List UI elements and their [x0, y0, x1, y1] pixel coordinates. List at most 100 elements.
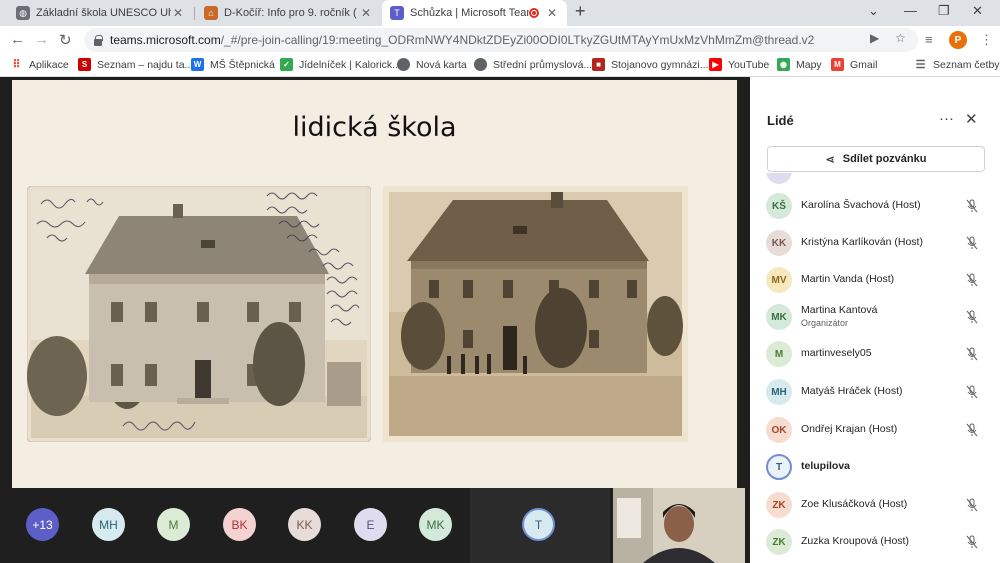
- bookmark-mapy[interactable]: ◉ Mapy: [777, 58, 822, 71]
- panel-title: Lidé: [767, 113, 794, 128]
- slide-title: lidická škola: [292, 112, 457, 143]
- bookmark-jidelnicek[interactable]: ✓ Jídelníček | Kalorick...: [280, 58, 401, 71]
- bookmark-gmail[interactable]: M Gmail: [831, 58, 877, 71]
- participant-row[interactable]: MK Martina Kantová Organizátor: [750, 301, 1000, 338]
- profile-avatar[interactable]: P: [949, 31, 967, 49]
- participant-avatar: OK: [766, 417, 792, 443]
- self-video-preview[interactable]: [613, 488, 745, 563]
- participant-row[interactable]: MV Martin Vanda (Host): [750, 264, 1000, 301]
- globe-icon: [397, 58, 410, 71]
- participant-row[interactable]: OK Ondřej Krajan (Host): [750, 414, 1000, 451]
- bookmark-ms-stepnicka[interactable]: W MŠ Štěpnická: [191, 58, 275, 71]
- tab-teams-meeting[interactable]: T Schůzka | Microsoft Teams ✕: [382, 0, 567, 26]
- participant-name: Matyáš Hráček (Host): [801, 385, 903, 397]
- participant-row[interactable]: KK Kristýna Karlíkován (Host): [750, 227, 1000, 264]
- shared-slide: lidická škola: [12, 80, 737, 488]
- muted-mic-icon: [966, 236, 978, 250]
- forward-icon[interactable]: →: [34, 31, 49, 48]
- participant-avatar: MH: [766, 379, 792, 405]
- muted-mic-icon: [966, 199, 978, 213]
- bookmark-label: Gmail: [850, 58, 878, 71]
- bookmark-label: Aplikace: [29, 58, 69, 71]
- media-queue-icon[interactable]: ≡: [925, 32, 933, 47]
- lock-icon[interactable]: [93, 34, 103, 46]
- bookmark-label: Jídelníček | Kalorick...: [299, 58, 401, 71]
- url-text[interactable]: teams.microsoft.com/_#/pre-join-calling/…: [110, 33, 814, 47]
- active-speaker-avatar: T: [522, 508, 555, 541]
- camera-icon[interactable]: ▶: [870, 31, 879, 45]
- participant-avatar: MV: [766, 267, 792, 293]
- participant-avatar: M: [766, 341, 792, 367]
- participant-row[interactable]: Mmartinvesely05: [750, 338, 1000, 375]
- participant-avatar: KŠ: [766, 193, 792, 219]
- more-participants-button[interactable]: +13: [26, 508, 59, 541]
- browser-menu-icon[interactable]: ⋮: [980, 32, 993, 48]
- bookmark-nova-karta[interactable]: Nová karta: [397, 58, 467, 71]
- reload-icon[interactable]: ↻: [59, 31, 72, 49]
- back-icon[interactable]: ←: [10, 31, 25, 48]
- participant-row[interactable]: MH Matyáš Hráček (Host): [750, 376, 1000, 413]
- bookmarks-bar: ⠿ Aplikace S Seznam – najdu ta... W MŠ Štěp…: [0, 55, 1000, 77]
- participant-avatar-m[interactable]: M: [157, 508, 190, 541]
- participant-role: Organizátor: [801, 318, 849, 328]
- tab-zs-unesco[interactable]: ◍ Základní škola UNESCO Uherské ✕: [8, 0, 193, 26]
- restore-icon[interactable]: ❐: [938, 3, 950, 19]
- close-tab-icon[interactable]: ✕: [171, 6, 185, 20]
- tab-title: Základní škola UNESCO Uherské: [36, 7, 171, 19]
- participant-row[interactable]: Ttelupilova: [750, 451, 1000, 488]
- bookmark-star-icon[interactable]: ☆: [895, 31, 906, 45]
- new-tab-button[interactable]: +: [575, 1, 586, 22]
- bookmark-apps[interactable]: ⠿ Aplikace: [10, 58, 69, 72]
- bookmark-label: Stojanovo gymnázi...: [611, 58, 709, 71]
- bookmark-youtube[interactable]: ▶ YouTube: [709, 58, 769, 71]
- address-bar[interactable]: teams.microsoft.com/_#/pre-join-calling/…: [84, 28, 918, 52]
- close-tab-icon[interactable]: ✕: [359, 6, 373, 20]
- reading-list[interactable]: ☰ Seznam četby: [914, 58, 1000, 72]
- tab-search-icon[interactable]: ⌄: [868, 3, 879, 19]
- recording-indicator-icon: [529, 8, 539, 18]
- close-window-icon[interactable]: ✕: [972, 3, 983, 19]
- teams-icon: T: [390, 6, 404, 20]
- tab-d-kocir[interactable]: ⌂ D-Kočíř: Info pro 9. ročník ( obdo ✕: [196, 0, 381, 26]
- more-options-icon[interactable]: ···: [939, 110, 954, 127]
- dormer-window: [201, 240, 215, 248]
- close-tab-icon[interactable]: ✕: [545, 6, 559, 20]
- participant-avatar-bk[interactable]: BK: [223, 508, 256, 541]
- people-list: KŠ Karolína Švachová (Host) KK Kristýna Kar…: [750, 173, 1000, 563]
- globe-icon: [474, 58, 487, 71]
- share-invite-button[interactable]: ⋖ Sdílet pozvánku: [767, 146, 985, 172]
- sepia-photo: [383, 186, 688, 442]
- youtube-icon: ▶: [709, 58, 722, 71]
- participant-name: martinvesely05: [801, 347, 872, 359]
- participant-name: Zuzka Kroupová (Host): [801, 535, 909, 547]
- bookmark-stredni[interactable]: Střední průmyslová...: [474, 58, 592, 71]
- participant-avatar-e[interactable]: E: [354, 508, 387, 541]
- close-panel-icon[interactable]: ✕: [965, 110, 978, 128]
- participant-avatar: T: [766, 454, 792, 480]
- participant-avatar-kk[interactable]: KK: [288, 508, 321, 541]
- apps-grid-icon: ⠿: [12, 59, 21, 71]
- bookmark-stojanovo[interactable]: ■ Stojanovo gymnázi...: [592, 58, 708, 71]
- bookmark-label: Mapy: [796, 58, 822, 71]
- participant-name: Martina Kantová: [801, 304, 878, 316]
- reading-list-icon: ☰: [915, 59, 926, 71]
- browser-toolbar: ← → ↻ teams.microsoft.com/_#/pre-join-ca…: [0, 26, 1000, 55]
- participant-name: Zoe Klusáčková (Host): [801, 498, 908, 510]
- tab-divider: [194, 7, 195, 20]
- participant-row[interactable]: ZK Zuzka Kroupová (Host): [750, 526, 1000, 563]
- bookmark-seznam[interactable]: S Seznam – najdu ta...: [78, 58, 193, 71]
- participant-avatar-mh[interactable]: MH: [92, 508, 125, 541]
- muted-mic-icon: [966, 347, 978, 361]
- participant-row[interactable]: KŠ Karolína Švachová (Host): [750, 190, 1000, 227]
- minimize-icon[interactable]: —: [904, 3, 917, 18]
- participant-avatar-mk[interactable]: MK: [419, 508, 452, 541]
- muted-mic-icon: [966, 273, 978, 287]
- postcard-photo: [27, 186, 371, 442]
- muted-mic-icon: [966, 498, 978, 512]
- bookmark-label: Seznam – najdu ta...: [97, 58, 194, 71]
- tab-title: Schůzka | Microsoft Teams: [410, 7, 529, 19]
- share-invite-label: Sdílet pozvánku: [842, 153, 927, 165]
- bookmark-label: MŠ Štěpnická: [210, 58, 275, 71]
- participant-row[interactable]: ZK Zoe Klusáčková (Host): [750, 489, 1000, 526]
- muted-mic-icon: [966, 423, 978, 437]
